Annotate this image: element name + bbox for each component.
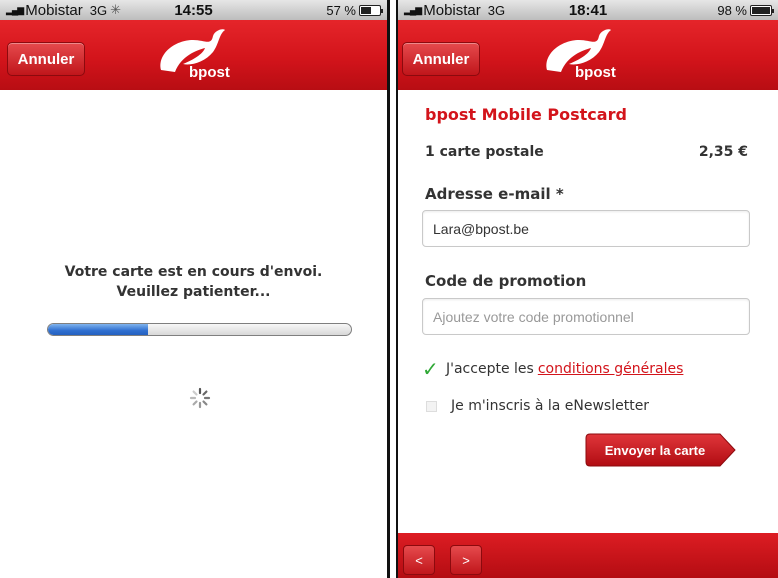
terms-prefix: J'accepte les [446, 361, 534, 377]
email-field[interactable] [422, 210, 750, 247]
cancel-button[interactable]: Annuler [7, 42, 85, 76]
bottom-toolbar: < > [398, 533, 778, 578]
battery-icon [359, 4, 383, 16]
bpost-logo: bpost [539, 26, 649, 86]
checkmark-icon[interactable]: ✓ [422, 357, 446, 381]
logo-text: bpost [189, 64, 230, 81]
sending-message-line1: Votre carte est en cours d'envoi. [64, 264, 323, 280]
send-progress-bar [47, 323, 352, 336]
cancel-button[interactable]: Annuler [402, 42, 480, 76]
terms-link[interactable]: conditions générales [538, 361, 684, 377]
email-label: Adresse e-mail * [425, 185, 564, 203]
newsletter-label: Je m'inscris à la eNewsletter [451, 398, 650, 414]
progress-fill [48, 324, 148, 335]
order-item: 1 carte postale [425, 144, 544, 160]
signal-icon: ▂▄▆ [6, 4, 24, 15]
sending-message-line2: Veuillez patienter... [116, 284, 271, 300]
loading-spinner-icon [189, 387, 211, 409]
signal-icon: ▂▄▆ [404, 4, 422, 15]
sending-view: Votre carte est en cours d'envoi. Veuill… [0, 90, 387, 578]
next-button[interactable]: > [450, 545, 482, 575]
logo-text: bpost [575, 64, 616, 81]
status-bar: ▂▄▆ Mobistar 3G 18:41 98 % [398, 0, 778, 20]
newsletter-checkbox-row[interactable]: Je m'inscris à la eNewsletter [422, 398, 649, 414]
newsletter-checkbox[interactable] [426, 400, 437, 412]
postcard-form: bpost Mobile Postcard 1 carte postale 2,… [398, 90, 778, 533]
order-price: 2,35 € [698, 144, 748, 160]
activity-icon: ✳ [110, 2, 122, 17]
terms-checkbox-row[interactable]: ✓ J'accepte les conditions générales [422, 357, 683, 381]
status-bar: ▂▄▆ Mobistar 3G ✳ 14:55 57 % [0, 0, 387, 20]
network-type: 3G [89, 2, 108, 18]
left-phone-screen: ▂▄▆ Mobistar 3G ✳ 14:55 57 % Annuler bpo… [0, 0, 390, 578]
carrier-name: Mobistar [423, 1, 481, 19]
bpost-logo: bpost [153, 26, 263, 86]
promo-code-field[interactable] [422, 298, 750, 335]
network-type: 3G [487, 2, 506, 18]
previous-button[interactable]: < [403, 545, 435, 575]
battery-icon [750, 4, 774, 16]
right-phone-screen: ▂▄▆ Mobistar 3G 18:41 98 % Annuler bpost… [396, 0, 778, 578]
send-card-button[interactable]: Envoyer la carte [585, 433, 737, 467]
page-title: bpost Mobile Postcard [425, 105, 627, 124]
clock: 14:55 [174, 1, 213, 19]
nav-bar: Annuler bpost [398, 20, 778, 90]
nav-bar: Annuler bpost [0, 20, 387, 90]
sending-message: Votre carte est en cours d'envoi. Veuill… [0, 262, 387, 302]
promo-label: Code de promotion [425, 272, 587, 290]
clock: 18:41 [568, 1, 608, 19]
battery-percent: 57 % [326, 2, 356, 18]
order-summary: 1 carte postale 2,35 € [425, 144, 748, 160]
battery-percent: 98 % [717, 2, 747, 18]
send-card-label: Envoyer la carte [604, 442, 706, 458]
carrier-name: Mobistar [25, 1, 83, 19]
